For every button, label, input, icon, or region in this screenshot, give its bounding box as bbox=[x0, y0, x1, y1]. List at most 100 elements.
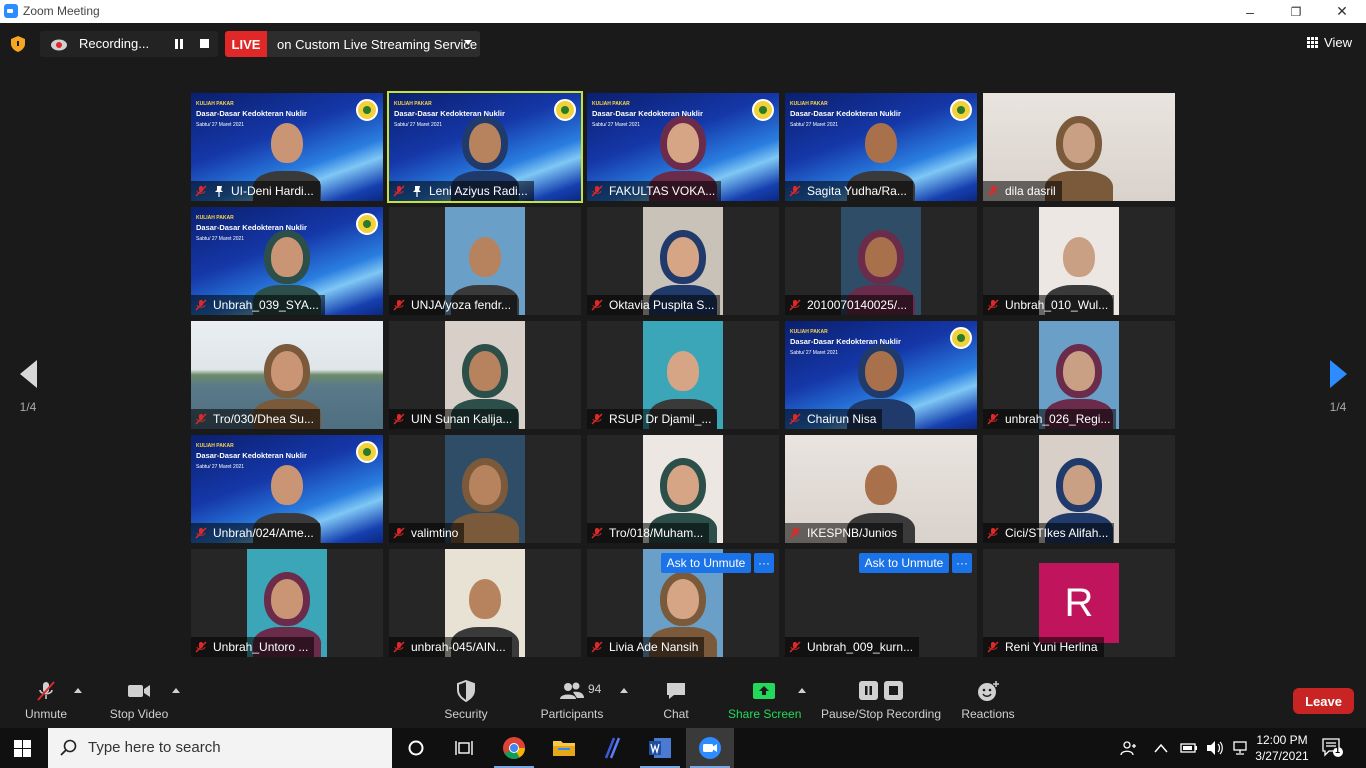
pause-stop-recording-button[interactable]: Pause/Stop Recording bbox=[820, 680, 942, 721]
battery-icon[interactable] bbox=[1180, 742, 1198, 754]
slide-kicker: KULIAH PAKAR bbox=[790, 329, 828, 335]
word-taskbar-app[interactable] bbox=[636, 728, 684, 768]
participant-tile[interactable]: Tro/018/Muham... bbox=[587, 435, 779, 543]
participant-tile[interactable]: Ask to Unmute ··· Livia Ade Nansih bbox=[587, 549, 779, 657]
encryption-shield-icon[interactable] bbox=[11, 36, 25, 52]
participant-tile[interactable]: KULIAH PAKAR Dasar-Dasar Kedokteran Nukli… bbox=[387, 91, 583, 203]
windows-start-icon[interactable] bbox=[14, 740, 31, 757]
share-screen-label: Share Screen bbox=[728, 707, 802, 721]
minimize-button[interactable]: – bbox=[1227, 0, 1273, 23]
speaker-volume-icon[interactable] bbox=[1206, 740, 1224, 756]
view-button[interactable]: View bbox=[1307, 35, 1352, 50]
stop-video-button[interactable]: Stop Video bbox=[108, 680, 170, 721]
participant-name-label: unbrah_026_Regi... bbox=[983, 409, 1117, 429]
participant-tile[interactable]: unbrah_026_Regi... bbox=[983, 321, 1175, 429]
participant-name: Tro/018/Muham... bbox=[609, 526, 704, 540]
participant-name: Oktavia Puspita S... bbox=[609, 298, 715, 312]
participant-tile[interactable]: IKESPNB/Junios bbox=[785, 435, 977, 543]
participant-tile[interactable]: KULIAH PAKAR Dasar-Dasar Kedokteran Nukli… bbox=[191, 435, 383, 543]
participant-tile[interactable]: KULIAH PAKAR Dasar-Dasar Kedokteran Nukli… bbox=[785, 93, 977, 201]
participant-tile[interactable]: dila dasril bbox=[983, 93, 1175, 201]
task-view-button[interactable] bbox=[440, 728, 488, 768]
restore-button[interactable]: ❐ bbox=[1273, 0, 1319, 23]
participant-tile[interactable]: Cici/STIkes Alifah... bbox=[983, 435, 1175, 543]
security-button[interactable]: Security bbox=[442, 680, 490, 721]
cortana-button[interactable] bbox=[392, 728, 440, 768]
ask-to-unmute-button[interactable]: Ask to Unmute bbox=[859, 553, 949, 573]
file-explorer-taskbar-app[interactable] bbox=[540, 728, 588, 768]
participant-tile[interactable]: Oktavia Puspita S... bbox=[587, 207, 779, 315]
people-icon[interactable] bbox=[1120, 739, 1138, 757]
pen-app-taskbar[interactable] bbox=[588, 728, 636, 768]
participant-name-label: UI-Deni Hardi... bbox=[191, 181, 320, 201]
mic-muted-icon bbox=[393, 185, 405, 197]
network-icon[interactable] bbox=[1232, 740, 1250, 756]
participant-tile[interactable]: 2010070140025/... bbox=[785, 207, 977, 315]
mic-muted-icon bbox=[987, 527, 999, 539]
participant-tile[interactable]: KULIAH PAKAR Dasar-Dasar Kedokteran Nukli… bbox=[191, 93, 383, 201]
participant-tile[interactable]: Unbrah_010_Wul... bbox=[983, 207, 1175, 315]
participant-name: Unbrah_010_Wul... bbox=[1005, 298, 1109, 312]
mic-muted-icon bbox=[591, 527, 603, 539]
recording-indicator: Recording... bbox=[40, 31, 218, 57]
slide-title: Dasar-Dasar Kedokteran Nuklir bbox=[196, 109, 307, 118]
participant-tile[interactable]: valimtino bbox=[389, 435, 581, 543]
share-screen-button[interactable]: Share Screen bbox=[728, 680, 802, 721]
chevron-down-icon bbox=[464, 40, 472, 45]
slide-title: Dasar-Dasar Kedokteran Nuklir bbox=[196, 223, 307, 232]
participant-tile[interactable]: KULIAH PAKAR Dasar-Dasar Kedokteran Nukli… bbox=[191, 207, 383, 315]
slide-kicker: KULIAH PAKAR bbox=[394, 101, 432, 107]
next-page-button[interactable]: 1/4 bbox=[1320, 360, 1356, 420]
participant-name-label: Sagita Yudha/Ra... bbox=[785, 181, 913, 201]
participant-tile[interactable]: R Reni Yuni Herlina bbox=[983, 549, 1175, 657]
previous-page-button[interactable]: 1/4 bbox=[10, 360, 46, 420]
mic-muted-icon bbox=[987, 641, 999, 653]
ask-to-unmute-button[interactable]: Ask to Unmute bbox=[661, 553, 751, 573]
participant-tile[interactable]: KULIAH PAKAR Dasar-Dasar Kedokteran Nukli… bbox=[785, 321, 977, 429]
zoom-taskbar-app[interactable] bbox=[686, 728, 734, 768]
participant-tile[interactable]: Ask to Unmute ··· Unbrah_009_kurn... bbox=[785, 549, 977, 657]
close-button[interactable]: ✕ bbox=[1319, 0, 1365, 23]
participant-tile[interactable]: Tro/030/Dhea Su... bbox=[191, 321, 383, 429]
folder-icon bbox=[553, 741, 575, 756]
action-center-button[interactable]: 1 bbox=[1322, 738, 1344, 758]
mic-muted-icon bbox=[789, 299, 801, 311]
live-streaming-dropdown[interactable]: on Custom Live Streaming Service bbox=[267, 31, 480, 57]
chat-bubble-icon bbox=[667, 683, 685, 699]
more-options-button[interactable]: ··· bbox=[952, 553, 972, 573]
slide-title: Dasar-Dasar Kedokteran Nuklir bbox=[394, 109, 505, 118]
participant-name: FAKULTAS VOKA... bbox=[609, 184, 716, 198]
more-options-button[interactable]: ··· bbox=[754, 553, 774, 573]
leave-button[interactable]: Leave bbox=[1293, 688, 1354, 714]
share-options-caret-icon[interactable] bbox=[798, 688, 806, 693]
unmute-button[interactable]: Unmute bbox=[22, 680, 70, 721]
chevron-up-icon[interactable] bbox=[1154, 743, 1168, 753]
participant-name-label: unbrah-045/AIN... bbox=[389, 637, 512, 657]
participant-tile[interactable]: unbrah-045/AIN... bbox=[389, 549, 581, 657]
taskbar-clock[interactable]: 12:00 PM 3/27/2021 bbox=[1250, 732, 1314, 764]
participant-tile[interactable]: UNJA/yoza fendr... bbox=[389, 207, 581, 315]
reactions-button[interactable]: Reactions bbox=[960, 680, 1016, 721]
stop-recording-icon[interactable] bbox=[200, 39, 209, 48]
participant-tile[interactable]: RSUP Dr Djamil_... bbox=[587, 321, 779, 429]
taskbar-search-input[interactable]: Type here to search bbox=[48, 728, 392, 768]
participant-name-label: valimtino bbox=[389, 523, 465, 543]
participant-tile[interactable]: KULIAH PAKAR Dasar-Dasar Kedokteran Nukli… bbox=[587, 93, 779, 201]
participant-name-label: Unbrah/024/Ame... bbox=[191, 523, 320, 543]
pause-recording-icon[interactable] bbox=[174, 39, 184, 49]
participant-name: Livia Ade Nansih bbox=[609, 640, 699, 654]
participants-caret-icon[interactable] bbox=[620, 688, 628, 693]
word-icon bbox=[649, 738, 671, 758]
participant-tile[interactable]: UIN Sunan Kalija... bbox=[389, 321, 581, 429]
mic-muted-icon bbox=[591, 413, 603, 425]
participant-tile[interactable]: Unbrah_Untoro ... bbox=[191, 549, 383, 657]
audio-options-caret-icon[interactable] bbox=[74, 688, 82, 693]
slide-date: Sabtu/ 27 Maret 2021 bbox=[790, 350, 839, 356]
chat-button[interactable]: Chat bbox=[655, 680, 697, 721]
video-options-caret-icon[interactable] bbox=[172, 688, 180, 693]
windows-taskbar: Type here to search 12:00 PM 3/27/2021 1 bbox=[0, 728, 1366, 768]
mic-muted-icon bbox=[195, 185, 207, 197]
mic-muted-icon bbox=[789, 527, 801, 539]
participants-count: 94 bbox=[588, 682, 602, 696]
chrome-taskbar-app[interactable] bbox=[490, 728, 538, 768]
